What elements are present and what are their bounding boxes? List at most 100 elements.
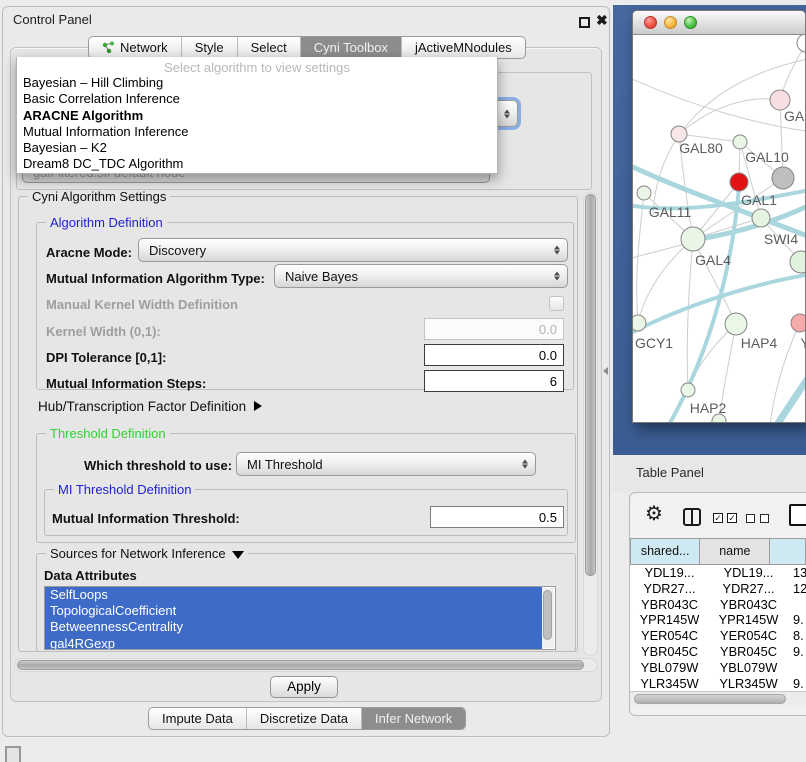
zoom-traffic-light-icon[interactable]	[684, 16, 697, 29]
select-all-checkbox-icon[interactable]: ✓	[727, 513, 737, 523]
network-node-gal11[interactable]	[637, 186, 651, 200]
table-row[interactable]: YBR045CYBR045C9.	[630, 644, 806, 660]
network-node-swi4[interactable]	[752, 209, 770, 227]
tab-jactivemnodules[interactable]: jActiveMNodules	[401, 37, 525, 58]
combo-arrows-icon	[554, 272, 560, 281]
attribute-item-gal4rgexp[interactable]: gal4RGexp	[45, 636, 542, 650]
which-threshold-combobox[interactable]: MI Threshold	[236, 452, 536, 476]
network-canvas[interactable]: GALGAL80GAL10GAL1SWI4GAL11GAL4GCY1HAP4YH…	[633, 35, 805, 422]
dpi-tolerance-field[interactable]: 0.0	[424, 344, 564, 366]
table-row[interactable]: YDR27...YDR27...12	[630, 581, 806, 597]
close-icon[interactable]: ✖	[596, 12, 608, 29]
deselect-all-checkbox-icon[interactable]	[760, 514, 769, 523]
tab-select[interactable]: Select	[237, 37, 300, 58]
splitter-collapse-icon[interactable]	[603, 367, 608, 375]
settings-vertical-scrollbar-thumb[interactable]	[585, 194, 596, 576]
node-label: GCY1	[635, 335, 673, 351]
kernel-width-field[interactable]: 0.0	[424, 318, 564, 340]
tab-label: Impute Data	[162, 711, 233, 726]
table-header-row: shared...name	[630, 538, 806, 565]
mi-algorithm-type-label: Mutual Information Algorithm Type:	[46, 271, 265, 286]
table-settings-gear-icon[interactable]: ⚙	[645, 504, 663, 524]
algorithm-option-bayesian-k2[interactable]: Bayesian – K2	[17, 140, 497, 156]
algorithm-option-basic-correlation-inference[interactable]: Basic Correlation Inference	[17, 91, 497, 107]
table-row[interactable]: YBR043CYBR043C	[630, 597, 806, 613]
list-scrollbar-thumb[interactable]	[543, 590, 552, 640]
table-row[interactable]: YER054CYER054C8.	[630, 628, 806, 644]
table-row[interactable]: YPR145WYPR145W9.	[630, 612, 806, 628]
algorithm-dropdown-popup: Select algorithm to view settings Bayesi…	[16, 57, 498, 174]
aracne-mode-value: Discovery	[149, 243, 206, 258]
network-node-hap4[interactable]	[725, 313, 747, 335]
settings-horizontal-scrollbar-thumb[interactable]	[17, 660, 584, 670]
tab-infer-network[interactable]: Infer Network	[361, 708, 465, 729]
table-cell: 8.	[788, 628, 806, 644]
network-view-window[interactable]: GALGAL80GAL10GAL1SWI4GAL11GAL4GCY1HAP4YH…	[632, 10, 806, 423]
table-horizontal-scrollbar-thumb[interactable]	[634, 694, 786, 704]
table-cell: YBR043C	[630, 597, 709, 613]
data-attributes-list[interactable]: SelfLoopsTopologicalCoefficientBetweenne…	[44, 586, 556, 650]
table-horizontal-scrollbar[interactable]	[630, 691, 806, 705]
algorithm-option-aracne-algorithm[interactable]: ARACNE Algorithm	[17, 108, 497, 124]
aracne-mode-label: Aracne Mode:	[46, 245, 132, 260]
mi-threshold-field[interactable]: 0.5	[430, 506, 564, 528]
algorithm-option-bayesian-hill-climbing[interactable]: Bayesian – Hill Climbing	[17, 75, 497, 91]
which-threshold-value: MI Threshold	[247, 457, 323, 472]
tab-network[interactable]: Network	[89, 37, 181, 58]
column-header-name[interactable]: name	[700, 538, 770, 565]
network-node-y[interactable]	[791, 314, 805, 332]
close-traffic-light-icon[interactable]	[644, 16, 657, 29]
tab-impute-data[interactable]: Impute Data	[149, 708, 246, 729]
column-header-hidden[interactable]	[770, 538, 806, 565]
tab-style[interactable]: Style	[181, 37, 237, 58]
table-row[interactable]: YDL19...YDL19...13	[630, 565, 806, 581]
network-node[interactable]	[790, 251, 805, 273]
table-panel-title: Table Panel	[636, 465, 704, 480]
table-cell: YBL079W	[630, 660, 709, 676]
mi-steps-field[interactable]: 6	[424, 370, 564, 392]
network-node-gal10[interactable]	[733, 135, 747, 149]
table-cell: YLR345W	[630, 676, 709, 691]
minimize-traffic-light-icon[interactable]	[664, 16, 677, 29]
table-cell: YPR145W	[630, 612, 709, 628]
network-window-titlebar[interactable]	[633, 11, 805, 35]
tab-discretize-data[interactable]: Discretize Data	[246, 708, 361, 729]
attribute-item-topologicalcoefficient[interactable]: TopologicalCoefficient	[45, 603, 542, 619]
manual-kernel-width-label: Manual Kernel Width Definition	[46, 297, 238, 312]
network-node-gcy1[interactable]	[633, 315, 646, 331]
float-window-icon[interactable]	[579, 17, 590, 28]
cyni-bottom-tabbar: Impute Data Discretize DataInfer Network	[148, 707, 466, 730]
attribute-item-selfloops[interactable]: SelfLoops	[45, 587, 542, 603]
network-icon	[102, 41, 115, 54]
network-node-gal[interactable]	[770, 90, 790, 110]
network-node-hap2[interactable]	[681, 383, 695, 397]
hub-definition-expander[interactable]: Hub/Transcription Factor Definition	[38, 399, 262, 414]
table-row[interactable]: YBL079WYBL079W	[630, 660, 806, 676]
network-node-gal1[interactable]	[772, 167, 794, 189]
network-edge	[688, 324, 736, 390]
algorithm-option-dream8-dc-tdc-algorithm[interactable]: Dream8 DC_TDC Algorithm	[17, 156, 497, 172]
show-columns-icon[interactable]	[683, 508, 701, 526]
table-function-icon[interactable]	[789, 504, 806, 526]
table-rows: YDL19...YDL19...13YDR27...YDR27...12YBR0…	[630, 565, 806, 691]
network-node-gal4[interactable]	[681, 227, 705, 251]
minimized-panel-icon[interactable]	[5, 746, 21, 762]
deselect-all-checkbox-icon[interactable]	[746, 514, 755, 523]
aracne-mode-combobox[interactable]: Discovery	[138, 238, 568, 262]
list-scrollbar[interactable]	[542, 588, 554, 648]
network-node[interactable]	[797, 35, 805, 52]
attribute-item-betweennesscentrality[interactable]: BetweennessCentrality	[45, 619, 542, 635]
apply-button[interactable]: Apply	[270, 676, 338, 698]
manual-kernel-width-checkbox[interactable]	[549, 296, 564, 311]
network-node[interactable]	[730, 173, 748, 191]
mi-algorithm-type-combobox[interactable]: Naive Bayes	[274, 264, 568, 288]
control-panel-title: Control Panel	[13, 12, 92, 27]
tab-cyni-toolbox[interactable]: Cyni Toolbox	[300, 37, 401, 58]
select-all-checkbox-icon[interactable]: ✓	[713, 513, 723, 523]
table-cell: 9.	[788, 676, 806, 691]
column-header-shared[interactable]: shared...	[630, 538, 700, 565]
table-cell	[788, 660, 806, 676]
table-row[interactable]: YLR345WYLR345W9.	[630, 676, 806, 691]
algorithm-option-mutual-information-inference[interactable]: Mutual Information Inference	[17, 124, 497, 140]
sources-group-title[interactable]: Sources for Network Inference	[46, 546, 248, 561]
